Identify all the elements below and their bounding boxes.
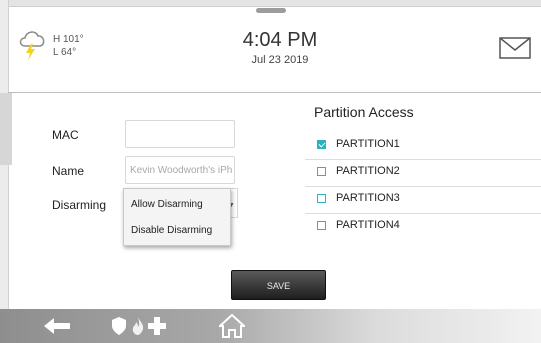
window-left-bezel [0, 0, 9, 343]
partition-row[interactable]: PARTITION4 [305, 213, 541, 240]
shield-icon[interactable] [112, 317, 126, 335]
partition-row[interactable]: PARTITION1 [305, 132, 541, 160]
partition-checkbox[interactable] [317, 194, 326, 203]
mac-label: MAC [52, 128, 79, 142]
partition-label: PARTITION1 [336, 138, 400, 150]
partition-access-title: Partition Access [314, 104, 414, 120]
partition-row[interactable]: PARTITION3 [305, 186, 541, 214]
partition-checkbox[interactable] [317, 140, 326, 149]
partition-label: PARTITION3 [336, 192, 400, 204]
footer-bar [0, 309, 541, 343]
header-divider [8, 92, 541, 93]
temperature-low: L 64° [53, 47, 77, 58]
envelope-icon[interactable] [499, 36, 531, 60]
partition-checkbox[interactable] [317, 221, 326, 230]
temperature-high: H 101° [53, 34, 84, 45]
partition-label: PARTITION4 [336, 219, 400, 231]
mac-field[interactable] [125, 120, 235, 148]
name-label: Name [52, 164, 85, 178]
pull-down-handle[interactable] [256, 8, 286, 13]
left-edge-shade [0, 93, 12, 165]
partition-label: PARTITION2 [336, 165, 400, 177]
disarming-dropdown-menu: Allow Disarming Disable Disarming [123, 188, 231, 246]
save-button[interactable]: SAVE [231, 270, 326, 300]
clock-date: Jul 23 2019 [251, 54, 309, 66]
clock-time: 4:04 PM [242, 29, 318, 51]
partition-checkbox[interactable] [317, 167, 326, 176]
home-icon[interactable] [219, 314, 245, 338]
menu-item-disable-disarming[interactable]: Disable Disarming [131, 225, 212, 236]
fire-icon[interactable] [131, 317, 145, 335]
back-arrow-icon[interactable] [44, 318, 70, 334]
name-field[interactable]: Kevin Woodworth's iPh [125, 156, 235, 184]
disarming-label: Disarming [52, 198, 107, 212]
partition-row[interactable]: PARTITION2 [305, 159, 541, 187]
menu-item-allow-disarming[interactable]: Allow Disarming [131, 199, 203, 210]
window-top-bezel [0, 0, 541, 7]
medical-cross-icon[interactable] [148, 317, 166, 335]
cloud-lightning-icon [19, 31, 45, 60]
